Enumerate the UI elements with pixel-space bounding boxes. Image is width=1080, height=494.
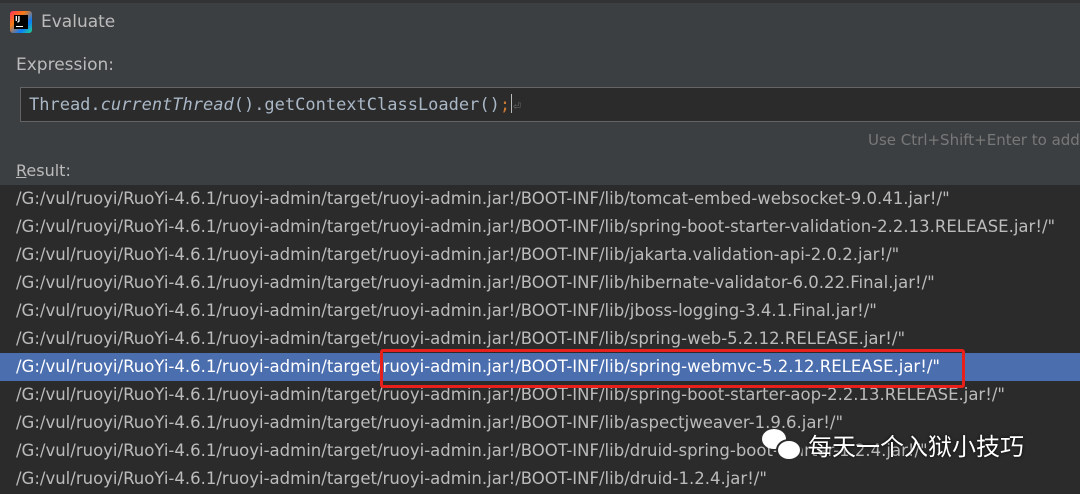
wechat-icon [762, 427, 802, 461]
watermark-text: 每天一个入狱小技巧 [808, 432, 1024, 461]
add-watch-hint: Use Ctrl+Shift+Enter to add t [868, 131, 1080, 149]
result-row[interactable]: /G:/vul/ruoyi/RuoYi-4.6.1/ruoyi-admin/ta… [0, 241, 1080, 269]
window-title: Evaluate [41, 12, 116, 32]
title-bar-edge [0, 0, 1080, 3]
expression-code[interactable]: Thread.currentThread().getContextClassLo… [29, 94, 521, 115]
code-static-method: currentThread [100, 95, 234, 115]
result-label: Result: [16, 161, 71, 180]
code-call-chain: ().getContextClassLoader() [233, 95, 500, 115]
result-label-mnemonic: R [16, 161, 27, 180]
code-class: Thread. [29, 95, 101, 115]
result-row[interactable]: /G:/vul/ruoyi/RuoYi-4.6.1/ruoyi-admin/ta… [0, 297, 1080, 325]
expression-input[interactable]: Thread.currentThread().getContextClassLo… [20, 87, 1080, 122]
code-semicolon: ; [499, 95, 511, 115]
result-row[interactable]: /G:/vul/ruoyi/RuoYi-4.6.1/ruoyi-admin/ta… [0, 185, 1080, 213]
watermark: 每天一个入狱小技巧 [762, 424, 1024, 464]
result-row[interactable]: /G:/vul/ruoyi/RuoYi-4.6.1/ruoyi-admin/ta… [0, 269, 1080, 297]
title-bar: IJ Evaluate [0, 0, 1080, 44]
intellij-idea-icon: IJ [10, 11, 32, 33]
result-label-text: esult: [26, 161, 71, 180]
text-cursor [511, 94, 513, 113]
result-row[interactable]: /G:/vul/ruoyi/RuoYi-4.6.1/ruoyi-admin/ta… [0, 213, 1080, 241]
expression-label: Expression: [16, 55, 115, 75]
annotation-highlight-box [380, 349, 965, 388]
enter-mark-icon: ⏎ [513, 99, 521, 114]
result-row[interactable]: /G:/vul/ruoyi/RuoYi-4.6.1/ruoyi-admin/ta… [0, 465, 1080, 493]
